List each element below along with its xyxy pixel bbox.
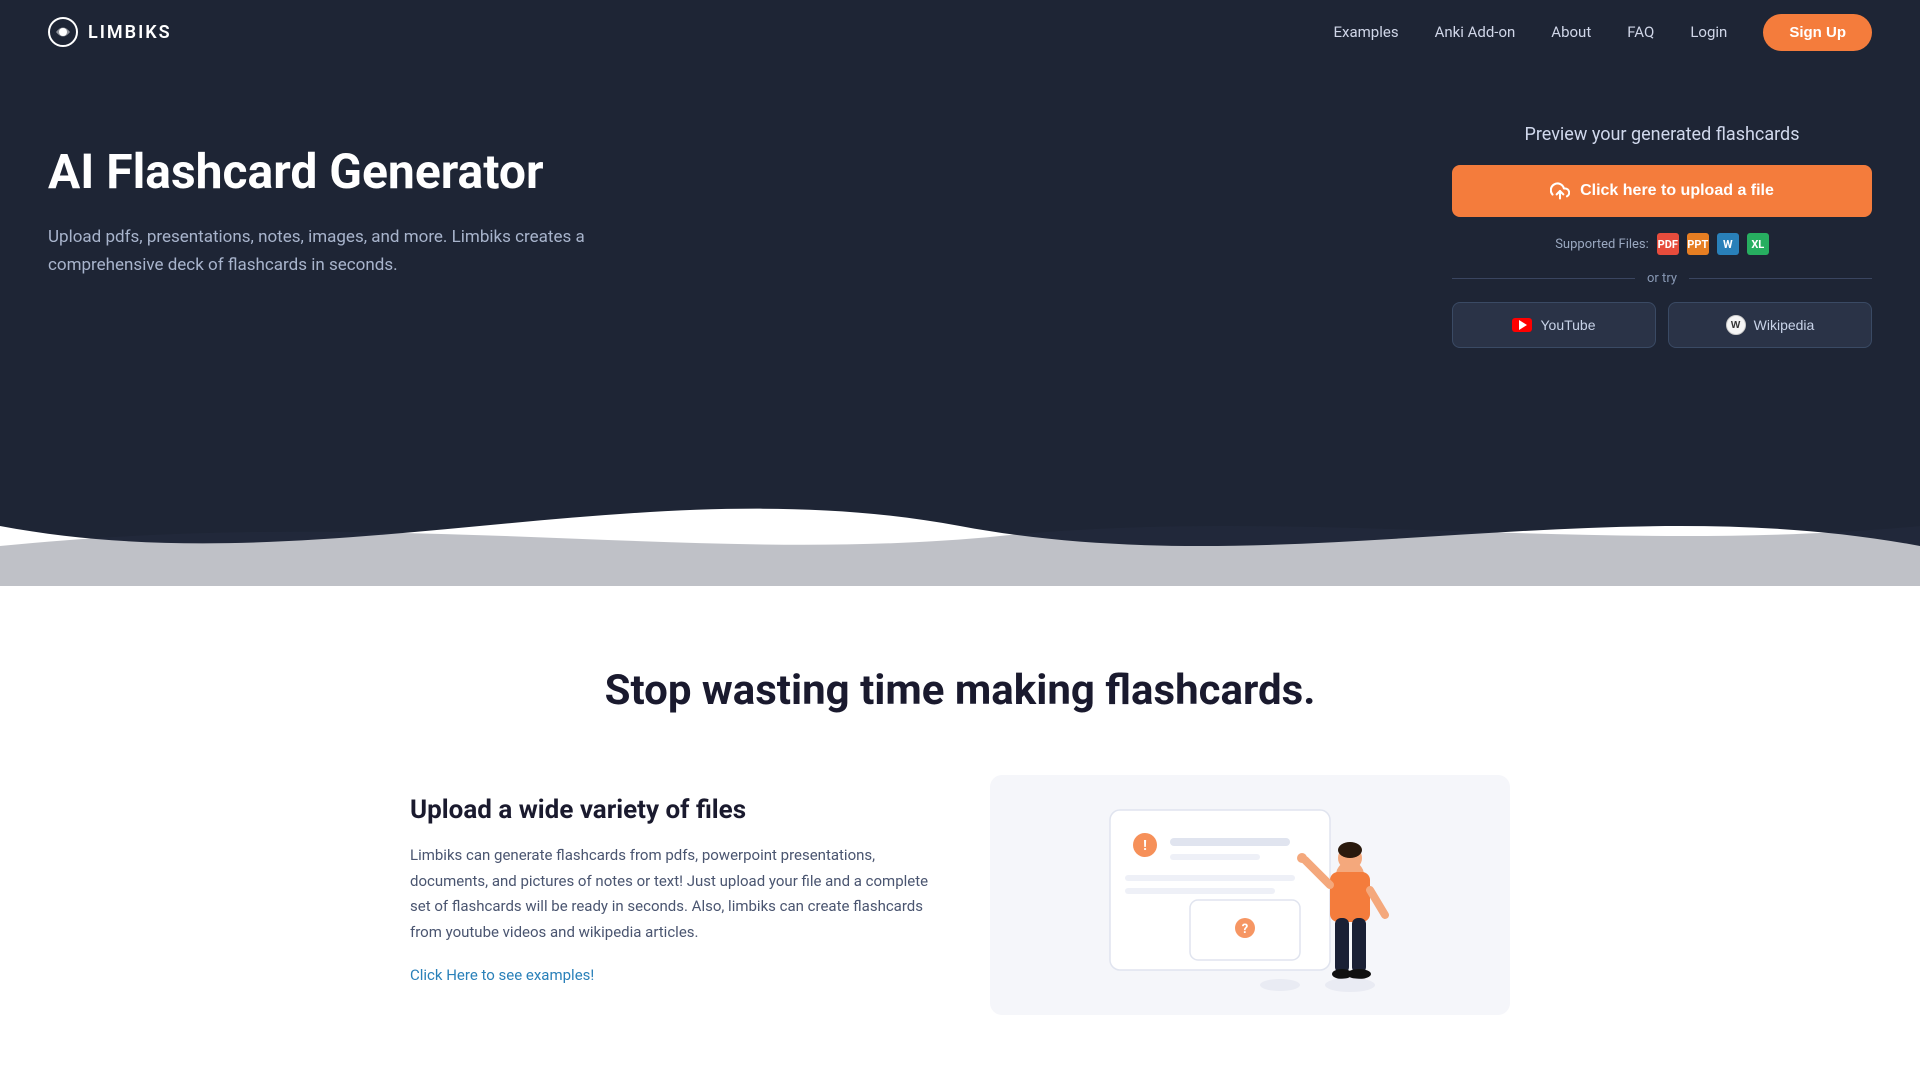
nav-anki-addon[interactable]: Anki Add-on [1435, 23, 1516, 41]
alt-buttons-row: YouTube W Wikipedia [1452, 302, 1872, 348]
nav-about[interactable]: About [1551, 23, 1591, 41]
navbar: LIMBIKS Examples Anki Add-on About FAQ L… [0, 0, 1920, 64]
feature1-link[interactable]: Click Here to see examples! [410, 966, 594, 984]
upload-button[interactable]: Click here to upload a file [1452, 165, 1872, 217]
svg-text:!: ! [1143, 838, 1147, 854]
logo-icon [48, 17, 78, 47]
nav-examples[interactable]: Examples [1334, 23, 1399, 41]
upload-button-label: Click here to upload a file [1580, 182, 1774, 200]
supported-files-row: Supported Files: PDF PPT W XL [1452, 233, 1872, 255]
feature-row-1: Upload a wide variety of files Limbiks c… [410, 775, 1510, 1015]
youtube-play-triangle [1519, 320, 1527, 330]
nav-login[interactable]: Login [1690, 23, 1727, 41]
nav-faq[interactable]: FAQ [1627, 23, 1654, 41]
hero-section: AI Flashcard Generator Upload pdfs, pres… [0, 64, 1920, 468]
wikipedia-button[interactable]: W Wikipedia [1668, 302, 1872, 348]
hero-left: AI Flashcard Generator Upload pdfs, pres… [48, 124, 608, 279]
wikipedia-icon: W [1726, 315, 1746, 335]
section2: Stop wasting time making flashcards. Upl… [0, 586, 1920, 1075]
feature1-image: ! ? [990, 775, 1510, 1015]
pdf-icon: PDF [1657, 233, 1679, 255]
hero-title: AI Flashcard Generator [48, 144, 608, 199]
logo[interactable]: LIMBIKS [48, 17, 172, 47]
wave-divider [0, 466, 1920, 586]
feature1-title: Upload a wide variety of files [410, 795, 930, 825]
wave-svg [0, 466, 1920, 586]
signup-button[interactable]: Sign Up [1763, 14, 1872, 51]
logo-text: LIMBIKS [88, 22, 172, 43]
youtube-button[interactable]: YouTube [1452, 302, 1656, 348]
youtube-label: YouTube [1540, 317, 1595, 333]
supported-files-label: Supported Files: [1555, 237, 1649, 252]
feature1-illustration: ! ? [1080, 780, 1420, 1010]
divider-right [1689, 278, 1872, 279]
hero-subtitle: Upload pdfs, presentations, notes, image… [48, 223, 608, 279]
ppt-icon: PPT [1687, 233, 1709, 255]
wikipedia-label: Wikipedia [1754, 317, 1815, 333]
divider-left [1452, 278, 1635, 279]
word-icon: W [1717, 233, 1739, 255]
nav-links: Examples Anki Add-on About FAQ Login Sig… [1334, 14, 1872, 51]
hero-right: Preview your generated flashcards Click … [1452, 124, 1872, 348]
preview-title: Preview your generated flashcards [1452, 124, 1872, 145]
divider-row: or try [1452, 271, 1872, 286]
feature1-description: Limbiks can generate flashcards from pdf… [410, 843, 930, 945]
divider-text: or try [1647, 271, 1677, 286]
section2-heading: Stop wasting time making flashcards. [48, 666, 1872, 715]
feature1-text: Upload a wide variety of files Limbiks c… [410, 775, 930, 984]
xlsx-icon: XL [1747, 233, 1769, 255]
upload-icon [1550, 181, 1570, 201]
svg-text:?: ? [1242, 922, 1248, 937]
youtube-icon [1512, 318, 1532, 332]
